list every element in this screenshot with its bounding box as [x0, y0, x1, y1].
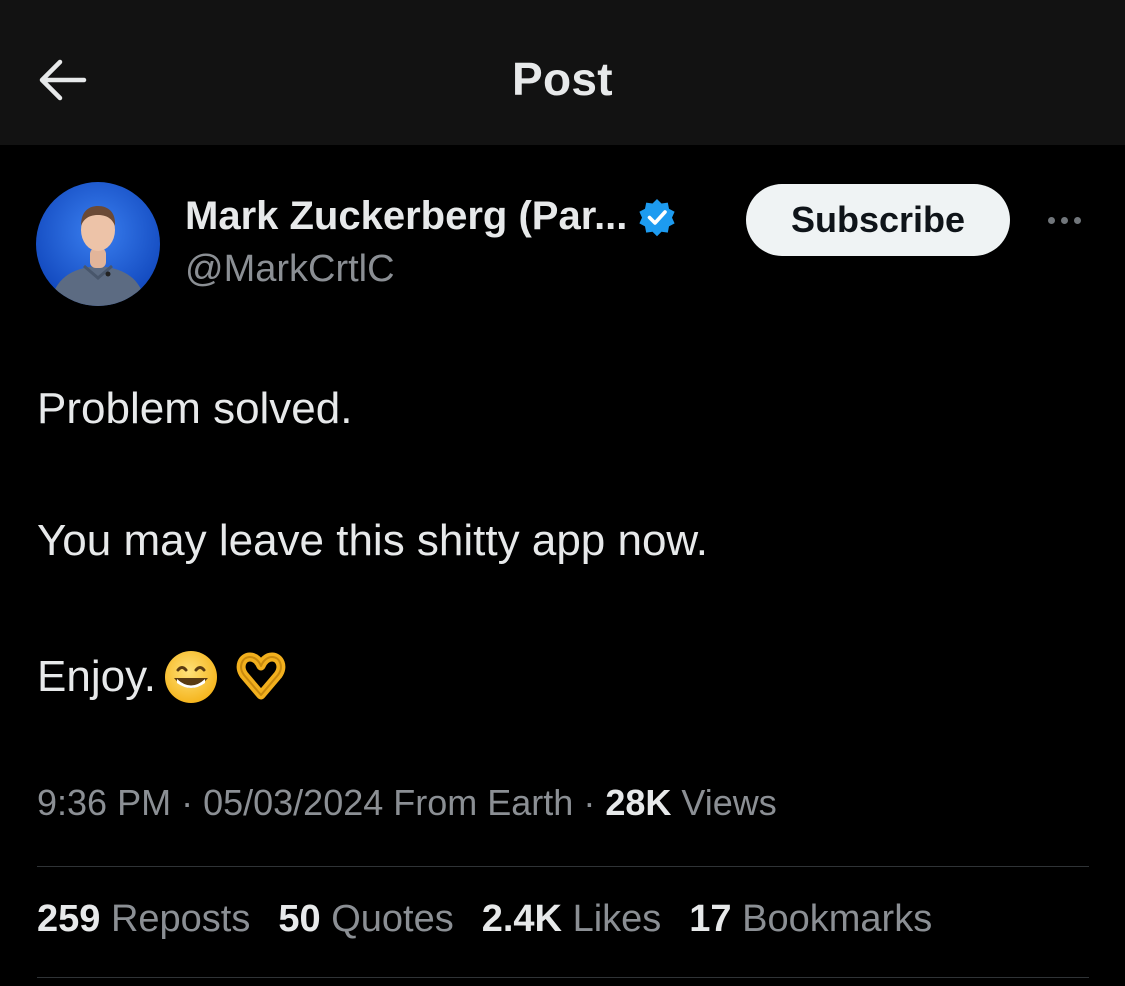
reposts-label: Reposts: [100, 898, 251, 940]
bookmarks-label: Bookmarks: [731, 898, 933, 940]
author-name[interactable]: Mark Zuckerberg (Par...: [185, 194, 677, 239]
grinning-face-emoji: [165, 651, 218, 703]
bookmarks-stat[interactable]: 17 Bookmarks: [689, 898, 932, 941]
separator: ·: [171, 782, 204, 823]
bookmarks-count: 17: [689, 898, 732, 940]
reposts-count: 259: [37, 898, 101, 940]
divider: [37, 977, 1089, 978]
likes-label: Likes: [562, 898, 662, 940]
author-handle[interactable]: @MarkCrtlC: [185, 248, 395, 291]
post-meta: 9:36 PM · 05/03/2024 From Earth · 28K Vi…: [37, 782, 777, 824]
author-name-text: Mark Zuckerberg (Par...: [185, 194, 628, 238]
more-options-button[interactable]: [1036, 196, 1092, 244]
avatar-image: [36, 182, 160, 306]
post-source: From Earth: [383, 782, 574, 823]
likes-stat[interactable]: 2.4K Likes: [482, 898, 662, 941]
post-stats: 259 Reposts 50 Quotes 2.4K Likes 17 Book…: [37, 898, 960, 941]
more-horizontal-icon-dot: [1073, 216, 1081, 224]
subscribe-button[interactable]: Subscribe: [746, 184, 1010, 256]
post-text-line-1: Problem solved.: [37, 384, 353, 433]
more-horizontal-icon-dot: [1047, 216, 1055, 224]
post-time: 9:36 PM: [37, 782, 172, 823]
quotes-count: 50: [278, 898, 321, 940]
post-date: 05/03/2024: [203, 782, 384, 823]
likes-count: 2.4K: [481, 898, 563, 940]
top-bar: Post: [0, 0, 1125, 145]
views-count: 28K: [605, 782, 672, 823]
post-text-line-3: Enjoy.: [37, 648, 292, 706]
verified-badge-icon: [639, 198, 676, 236]
divider: [37, 866, 1089, 867]
page-title: Post: [512, 53, 613, 105]
reposts-stat[interactable]: 259 Reposts: [37, 898, 250, 941]
post-text-line-3-text: Enjoy.: [37, 652, 157, 701]
post-text-line-2: You may leave this shitty app now.: [37, 516, 708, 565]
separator: ·: [573, 782, 606, 823]
heart-hands-emoji: [236, 652, 286, 700]
more-horizontal-icon-dot: [1060, 216, 1068, 224]
views-label: Views: [671, 782, 777, 823]
quotes-stat[interactable]: 50 Quotes: [278, 898, 453, 941]
quotes-label: Quotes: [320, 898, 454, 940]
avatar[interactable]: [36, 182, 160, 306]
